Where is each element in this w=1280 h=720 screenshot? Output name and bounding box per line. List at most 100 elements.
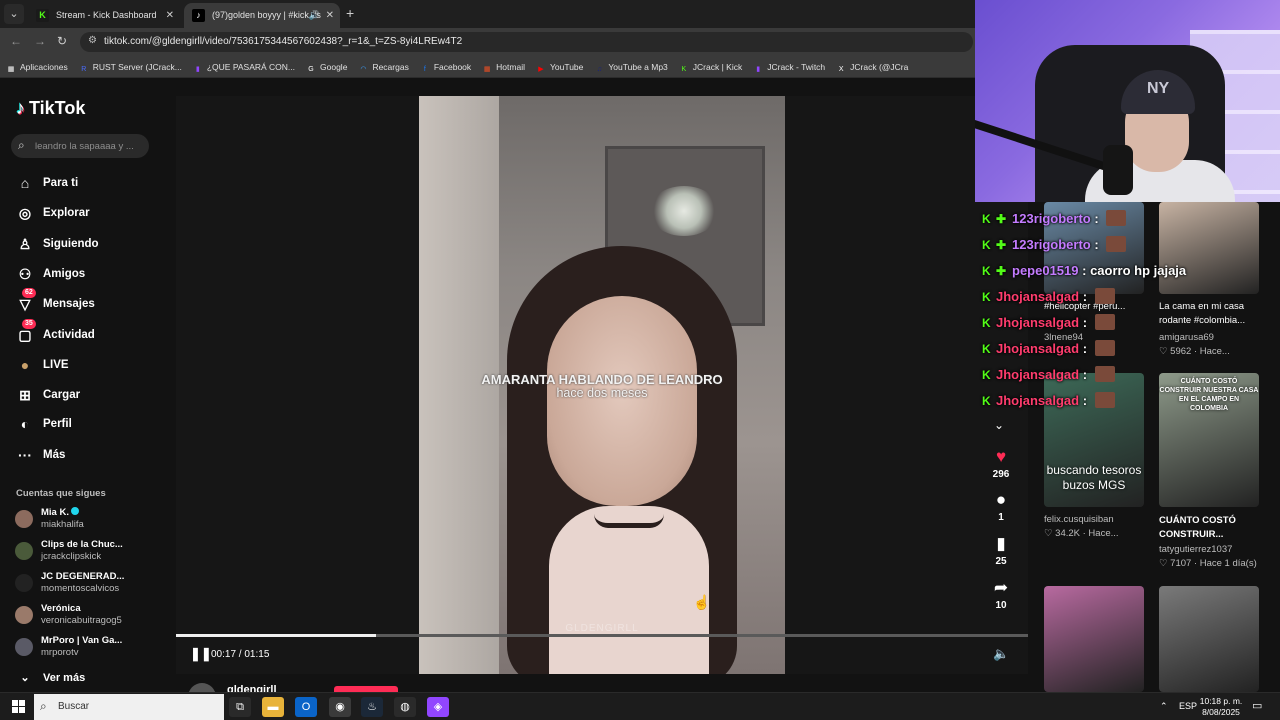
bookmark-item[interactable]: ◠ Recargas — [352, 56, 413, 77]
bookmarks-bar: ▦ Aplicaciones R RUST Server (JCrack... ▮ ¿QU… — [0, 56, 975, 78]
kick-badge-icon: K — [982, 394, 991, 408]
tiktok-icon: ♪ — [192, 9, 205, 22]
bookmark-item[interactable]: R RUST Server (JCrack... — [73, 56, 187, 77]
video-caption[interactable]: La cama en mi casa rodante #colombia... — [1159, 300, 1269, 328]
notification-icon[interactable]: ▭ — [1252, 699, 1262, 712]
action-bookmark[interactable]: ▮ 25 — [975, 535, 1027, 568]
bookmark-label: Hotmail — [496, 62, 525, 72]
nav-item-live[interactable]: ● LIVE — [16, 355, 166, 375]
forward-icon[interactable]: → — [34, 34, 46, 48]
close-icon[interactable]: ✕ — [326, 3, 334, 28]
search-box[interactable]: ⌕ — [11, 134, 149, 158]
chat-separator: : — [1090, 237, 1103, 252]
taskbar-clock[interactable]: 10:18 p. m. 8/08/2025 — [1198, 696, 1244, 718]
tab-title: Stream - Kick Dashboard — [56, 10, 157, 20]
video-author[interactable]: felix.cusquisiban — [1044, 514, 1114, 525]
task-view-icon[interactable]: ⧉ — [229, 697, 251, 717]
tiktok-logo[interactable]: ♪ TikTok — [16, 98, 85, 119]
video-thumbnail[interactable]: CUÁNTO COSTÓ CONSTRUIR NUESTRA CASA EN E… — [1159, 373, 1259, 507]
verified-icon — [70, 507, 79, 515]
following-account[interactable]: MrPoro | Van Ga... mrporotv — [15, 634, 165, 662]
tab-search-button[interactable]: ⌄ — [4, 4, 24, 24]
video-thumbnail[interactable] — [1159, 586, 1259, 692]
twitch-app-icon[interactable]: ◈ — [427, 697, 449, 717]
windows-start-icon[interactable] — [12, 700, 26, 714]
url-field[interactable]: ⚙ tiktok.com/@gldengirll/video/753617534… — [80, 32, 973, 52]
bookmark-label: JCrack | Kick — [692, 62, 743, 72]
bookmark-item[interactable]: ▦ Aplicaciones — [0, 56, 73, 77]
chat-message: K ✚ 123rigoberto : — [982, 208, 1127, 230]
back-icon[interactable]: ← — [10, 34, 22, 48]
following-account[interactable]: Verónica veronicabuitragog5 — [15, 602, 165, 630]
nav-label: Amigos — [43, 268, 86, 280]
chat-message: K Jhojansalgad : — [982, 390, 1115, 412]
avatar — [15, 638, 33, 656]
speaker-icon[interactable]: 🔊 — [309, 3, 320, 28]
nav-item-amigos[interactable]: ⚇ Amigos — [16, 264, 166, 284]
language-indicator[interactable]: ESP — [1179, 701, 1197, 711]
recargas-icon: ◠ — [360, 66, 367, 73]
close-icon[interactable]: ✕ — [166, 3, 174, 28]
nav-item-más[interactable]: ··· Más — [16, 445, 166, 465]
bookmark-item[interactable]: ▮ ¿QUE PASARÁ CON... — [187, 56, 300, 77]
action-comment[interactable]: ● 1 — [975, 491, 1027, 524]
video-player[interactable]: AMARANTA HABLANDO DE LEANDRO hace dos me… — [176, 96, 1028, 674]
action-share[interactable]: ➦ 10 — [975, 578, 1027, 612]
pause-icon[interactable]: ❚❚ — [190, 646, 212, 662]
account-name-text: MrPoro | Van Ga... — [41, 635, 123, 646]
share-icon: ➦ — [993, 578, 1009, 597]
video-progress-bar[interactable] — [176, 634, 1028, 637]
tab-tiktok-video[interactable]: ♪ (97)golden boyyy | #kick #s 🔊 ✕ — [184, 3, 340, 28]
account-handle: momentoscalvicos — [41, 583, 120, 594]
taskbar-search[interactable]: ⌕ Buscar — [34, 694, 224, 720]
video-thumbnail[interactable] — [1044, 586, 1144, 692]
following-account[interactable]: Mia K. miakhalifa — [15, 506, 165, 534]
video-frame[interactable]: AMARANTA HABLANDO DE LEANDRO hace dos me… — [419, 96, 785, 674]
tab-kick-dashboard[interactable]: K Stream - Kick Dashboard ✕ — [28, 3, 180, 28]
chevron-up-icon[interactable]: ⌃ — [1160, 701, 1168, 712]
bookmark-item[interactable]: K JCrack | Kick — [673, 56, 747, 77]
action-heart[interactable]: ♥ 296 — [975, 448, 1027, 481]
bookmark-item[interactable]: ▦ Hotmail — [476, 56, 530, 77]
nav-label: Actividad — [43, 329, 95, 341]
heart-outline-icon: ♡ — [1044, 528, 1056, 539]
nav-item-siguiendo[interactable]: ♙ Siguiendo — [16, 234, 166, 254]
see-more-link[interactable]: ⌄ Ver más — [16, 668, 166, 688]
following-account[interactable]: JC DEGENERAD... momentoscalvicos — [15, 570, 165, 598]
nav-item-para-ti[interactable]: ⌂ Para ti — [16, 173, 166, 193]
chevron-down-icon[interactable]: ⌄ — [994, 418, 1004, 432]
bookmark-item[interactable]: f Facebook — [414, 56, 476, 77]
chat-username: pepe01519 — [1012, 263, 1079, 278]
volume-icon[interactable]: 🔈 — [993, 646, 1009, 662]
bookmark-item[interactable]: ♫ YouTube a Mp3 — [588, 56, 672, 77]
obs-icon[interactable]: ◍ — [394, 697, 416, 717]
bookmark-item[interactable]: G Google — [300, 56, 352, 77]
steam-icon[interactable]: ♨ — [361, 697, 383, 717]
search-input[interactable] — [35, 137, 143, 155]
bookmark-item[interactable]: ▮ JCrack - Twitch — [747, 56, 830, 77]
twitch-icon: ▮ — [756, 66, 761, 73]
chat-username: Jhojansalgad — [996, 289, 1080, 304]
nav-item-explorar[interactable]: ◎ Explorar — [16, 203, 166, 223]
site-info-icon[interactable]: ⚙ — [88, 35, 97, 46]
new-tab-button[interactable]: + — [346, 5, 354, 21]
nav-item-cargar[interactable]: ⊞ Cargar — [16, 385, 166, 405]
video-caption[interactable]: CUÁNTO COSTÓ CONSTRUIR... — [1159, 514, 1269, 542]
nav-item-perfil[interactable]: ◐ Perfil — [16, 414, 166, 434]
bookmark-item[interactable]: ▶ YouTube — [530, 56, 588, 77]
video-author[interactable]: amigarusa69 — [1159, 332, 1214, 343]
live-icon: ● — [20, 357, 30, 373]
nav-label: LIVE — [43, 359, 69, 371]
video-author[interactable]: tatygutierrez1037 — [1159, 544, 1232, 555]
emote-icon — [1094, 366, 1115, 382]
file-explorer-icon[interactable]: ▬ — [262, 697, 284, 717]
nav-item-actividad[interactable]: ▢ 35 Actividad — [16, 319, 166, 345]
chrome-icon[interactable]: ◉ — [329, 697, 351, 717]
reload-icon[interactable]: ↻ — [57, 34, 67, 48]
following-account[interactable]: Clips de la Chuc... jcrackclipskick — [15, 538, 165, 566]
outlook-icon[interactable]: O — [295, 697, 317, 717]
nav-label: Para ti — [43, 177, 79, 189]
bookmark-item[interactable]: X JCrack (@JCra — [830, 56, 913, 77]
nav-item-mensajes[interactable]: ▽ 62 Mensajes — [16, 288, 166, 314]
account-handle: mrporotv — [41, 647, 79, 658]
